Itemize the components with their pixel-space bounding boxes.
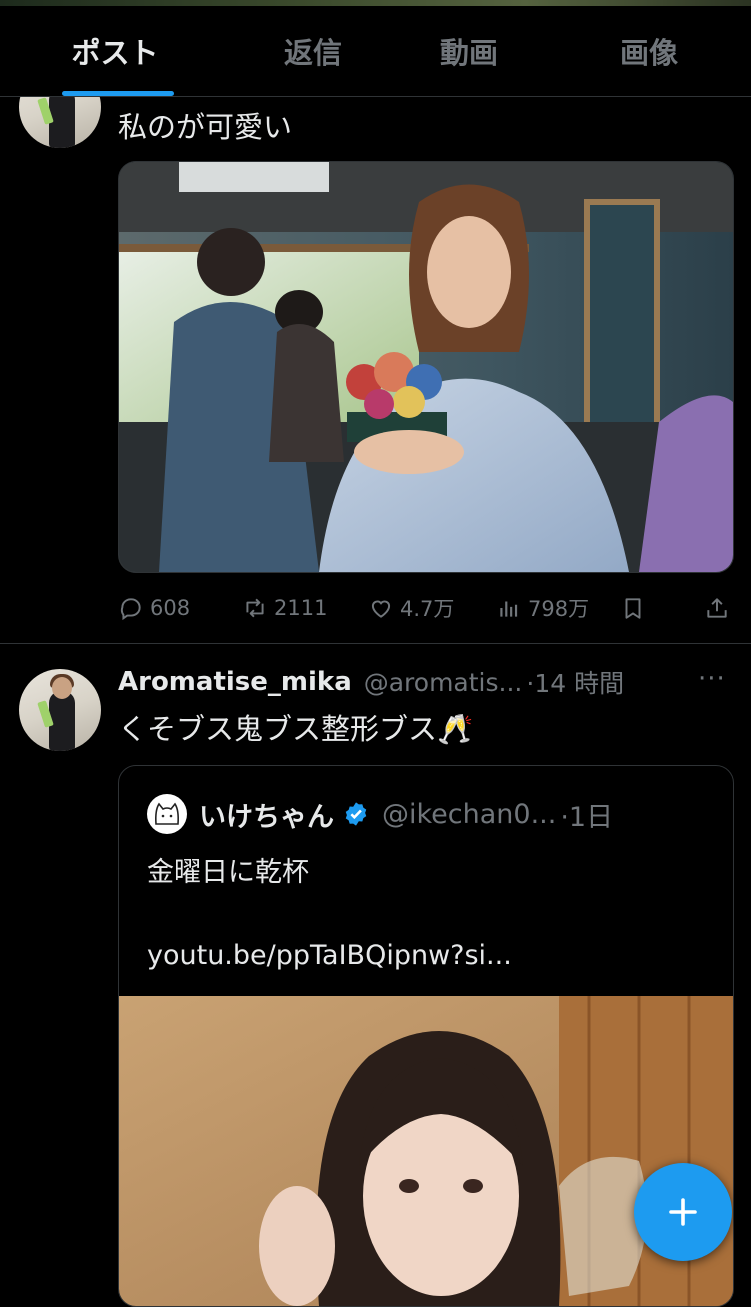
post1-actions: 608 2111 4.7万 798万 [118,588,738,628]
reply-button[interactable]: 608 [118,588,190,628]
quoted-avatar[interactable] [147,794,187,834]
bookmark-button[interactable] [620,588,646,628]
tab-posts[interactable]: ポスト [40,6,190,96]
tab-posts-label: ポスト [71,36,159,70]
repost-count: 2111 [274,596,328,620]
tab-replies[interactable]: 返信 [238,6,388,96]
verified-badge-icon [345,802,367,826]
view-count: 798万 [528,597,590,621]
share-icon [707,598,727,618]
plus-icon [669,1198,697,1226]
quoted-post-header: いけちゃん @ikechan0... ·1日 [147,794,613,834]
quoted-link[interactable]: youtu.be/ppTaIBQipnw?si... [147,940,512,971]
tab-videos[interactable]: 動画 [394,6,544,96]
bookmark-icon [625,598,641,619]
cat-icon [155,802,179,825]
tab-replies-label: 返信 [283,36,342,70]
analytics-icon [500,601,518,617]
share-button[interactable] [704,588,730,628]
profile-tabs: ポスト 返信 動画 画像 [0,6,751,97]
more-options-button[interactable]: ··· [698,664,726,694]
photo-image [119,162,733,572]
tab-videos-label: 動画 [439,36,498,70]
reply-count: 608 [150,596,191,620]
like-count: 4.7万 [400,597,455,621]
post2-text: くそブス鬼ブス整形ブス🥂 [118,712,474,746]
reply-icon [120,598,141,621]
compose-button[interactable] [634,1163,732,1261]
quoted-post-time[interactable]: ·1日 [560,795,613,834]
repost-icon [246,598,264,618]
repost-button[interactable]: 2111 [242,588,327,628]
heart-icon [371,600,391,618]
photo-image [119,996,733,1306]
quoted-photo[interactable] [119,996,733,1306]
post-time[interactable]: ·14 時間 [526,664,624,700]
quoted-author-handle[interactable]: @ikechan0... [382,799,556,830]
like-button[interactable]: 4.7万 [368,588,454,628]
author-handle[interactable]: @aromatis... [364,668,523,697]
post1-text: 私のが可愛い [118,110,293,144]
post1-photo[interactable] [118,161,734,573]
active-tab-indicator [62,91,174,96]
tab-images[interactable]: 画像 [574,6,724,96]
views-button[interactable]: 798万 [496,588,589,628]
quoted-text: 金曜日に乾杯 [147,857,309,888]
tab-images-label: 画像 [619,36,678,70]
post2-header: Aromatise_mika @aromatis... ·14 時間 [118,662,624,702]
quoted-author-name[interactable]: いけちゃん [199,795,334,834]
post-divider [0,643,751,644]
post2-avatar[interactable] [19,669,101,751]
author-name[interactable]: Aromatise_mika [118,667,352,697]
